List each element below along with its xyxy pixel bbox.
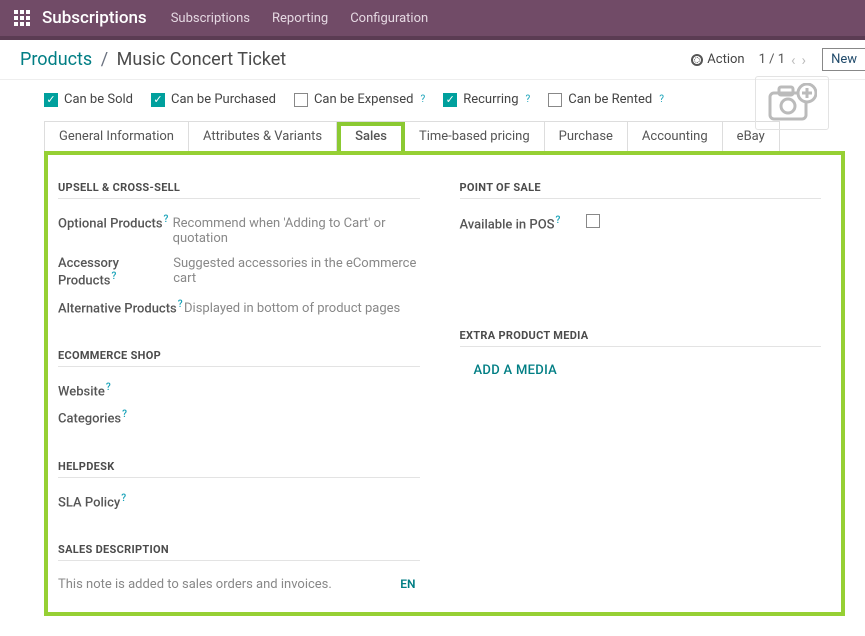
pager: 1 / 1 ‹ ›: [759, 51, 806, 69]
section-sales-description-title: SALES DESCRIPTION: [58, 543, 420, 561]
breadcrumb-sep: /: [101, 49, 108, 70]
tab-accounting[interactable]: Accounting: [628, 122, 723, 151]
check-label: Can be Expensed: [314, 92, 414, 107]
field-placeholder: This note is added to sales orders and i…: [58, 577, 332, 592]
field-categories[interactable]: Categories?: [58, 404, 420, 431]
section-upsell-title: UPSELL & CROSS-SELL: [58, 181, 420, 199]
field-placeholder: Recommend when 'Adding to Cart' or quota…: [173, 216, 420, 246]
sales-left-column: UPSELL & CROSS-SELL Optional Products? R…: [58, 177, 420, 592]
check-can-be-expensed[interactable]: Can be Expensed?: [294, 92, 425, 107]
control-bar: Products / Music Concert Ticket Action 1…: [0, 40, 865, 80]
form-content: ✓ Can be Sold ✓ Can be Purchased Can be Ex…: [0, 80, 865, 636]
help-icon[interactable]: ?: [122, 409, 127, 420]
tab-time-based-pricing[interactable]: Time-based pricing: [405, 122, 545, 151]
field-label: Categories: [58, 412, 121, 427]
field-available-in-pos[interactable]: Available in POS?: [460, 209, 822, 237]
field-website[interactable]: Website?: [58, 377, 420, 404]
pager-count: 1 / 1: [759, 52, 785, 67]
field-label: SLA Policy: [58, 495, 120, 510]
field-label: Website: [58, 384, 105, 399]
help-icon[interactable]: ?: [121, 493, 126, 504]
topbar: Subscriptions Subscriptions Reporting Co…: [0, 0, 865, 40]
product-image-placeholder[interactable]: [755, 76, 829, 130]
help-icon[interactable]: ?: [111, 271, 116, 282]
section-pos-title: POINT OF SALE: [460, 181, 822, 199]
field-label: Alternative Products: [58, 301, 177, 316]
camera-plus-icon: [767, 83, 817, 123]
control-bar-right: Action 1 / 1 ‹ › New: [691, 48, 849, 71]
checkbox-icon[interactable]: [586, 214, 600, 228]
language-toggle[interactable]: EN: [400, 577, 415, 591]
check-label: Recurring: [463, 92, 518, 107]
checkbox-checked-icon: ✓: [151, 93, 165, 107]
check-can-be-rented[interactable]: Can be Rented?: [548, 92, 664, 107]
help-icon[interactable]: ?: [556, 215, 561, 226]
check-label: Can be Rented: [568, 92, 652, 107]
field-placeholder: Suggested accessories in the eCommerce c…: [173, 256, 419, 286]
app-brand[interactable]: Subscriptions: [42, 8, 147, 28]
help-icon[interactable]: ?: [164, 214, 169, 225]
section-helpdesk-title: HELPDESK: [58, 460, 420, 478]
tab-purchase[interactable]: Purchase: [545, 122, 628, 151]
pager-prev-icon[interactable]: ‹: [791, 51, 796, 69]
tab-attributes-variants[interactable]: Attributes & Variants: [189, 122, 337, 151]
field-alternative-products[interactable]: Alternative Products? Displayed in botto…: [58, 294, 420, 321]
help-icon[interactable]: ?: [178, 299, 183, 310]
apps-icon[interactable]: [14, 10, 30, 26]
breadcrumb-root[interactable]: Products: [20, 49, 92, 70]
check-can-be-purchased[interactable]: ✓ Can be Purchased: [151, 92, 276, 107]
pager-next-icon[interactable]: ›: [802, 51, 807, 69]
checkbox-checked-icon: ✓: [443, 93, 457, 107]
field-placeholder: Displayed in bottom of product pages: [184, 301, 400, 316]
nav-subscriptions[interactable]: Subscriptions: [171, 11, 250, 26]
check-label: Can be Purchased: [171, 92, 276, 107]
check-recurring[interactable]: ✓ Recurring?: [443, 92, 530, 107]
product-options-row: ✓ Can be Sold ✓ Can be Purchased Can be Ex…: [44, 88, 845, 121]
action-label: Action: [707, 52, 744, 67]
field-accessory-products[interactable]: Accessory Products? Suggested accessorie…: [58, 251, 420, 293]
check-label: Can be Sold: [64, 92, 133, 107]
field-sales-description[interactable]: This note is added to sales orders and i…: [58, 571, 420, 592]
nav-reporting[interactable]: Reporting: [272, 11, 328, 26]
action-menu[interactable]: Action: [691, 52, 744, 67]
help-icon[interactable]: ?: [420, 94, 425, 105]
nav-configuration[interactable]: Configuration: [350, 11, 428, 26]
new-button[interactable]: New: [822, 48, 865, 71]
checkbox-icon: [548, 93, 562, 107]
help-icon[interactable]: ?: [659, 94, 664, 105]
checkbox-checked-icon: ✓: [44, 93, 58, 107]
section-extra-media-title: EXTRA PRODUCT MEDIA: [460, 329, 822, 347]
add-media-button[interactable]: ADD A MEDIA: [460, 357, 822, 378]
tab-general-information[interactable]: General Information: [45, 122, 189, 151]
checkbox-icon: [294, 93, 308, 107]
sales-panel: UPSELL & CROSS-SELL Optional Products? R…: [44, 151, 845, 616]
help-icon[interactable]: ?: [526, 94, 531, 105]
gear-icon: [691, 54, 703, 66]
field-label: Optional Products: [58, 216, 163, 231]
check-can-be-sold[interactable]: ✓ Can be Sold: [44, 92, 133, 107]
field-label: Accessory Products: [58, 256, 119, 288]
field-label: Available in POS: [460, 217, 555, 232]
tab-row: General Information Attributes & Variant…: [44, 121, 780, 152]
section-ecommerce-title: ECOMMERCE SHOP: [58, 349, 420, 367]
help-icon[interactable]: ?: [106, 382, 111, 393]
top-nav: Subscriptions Reporting Configuration: [171, 11, 429, 26]
breadcrumb: Products / Music Concert Ticket: [20, 49, 286, 70]
field-optional-products[interactable]: Optional Products? Recommend when 'Addin…: [58, 209, 420, 251]
sales-right-column: POINT OF SALE Available in POS? EXTRA PR…: [460, 177, 822, 592]
field-sla-policy[interactable]: SLA Policy?: [58, 488, 420, 515]
tab-sales[interactable]: Sales: [337, 122, 405, 151]
breadcrumb-current: Music Concert Ticket: [117, 49, 287, 70]
